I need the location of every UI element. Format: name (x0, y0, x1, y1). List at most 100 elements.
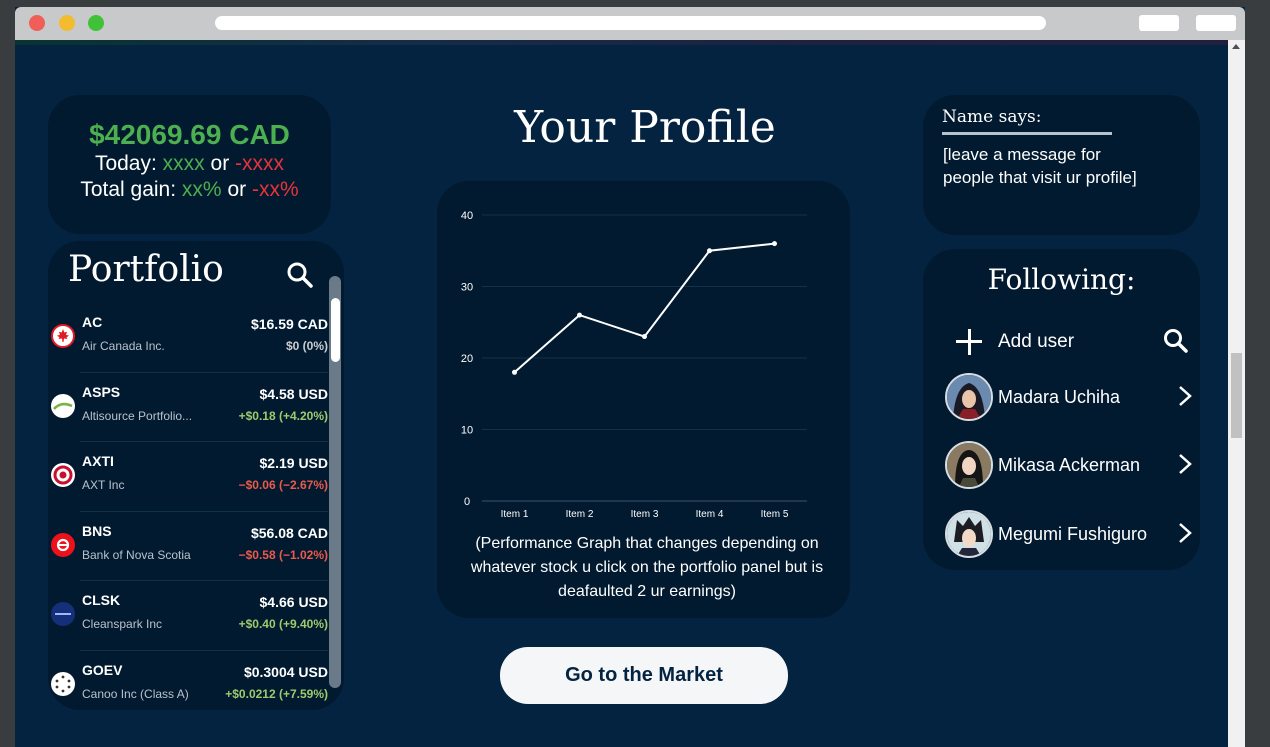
stock-name: Cleanspark Inc (82, 617, 163, 631)
message-panel: Name says: [leave a message for people t… (923, 95, 1200, 235)
or-label: or (227, 178, 247, 201)
x-tick-label: Item 5 (761, 509, 789, 520)
balance-amount: $42069.69 CAD (89, 119, 290, 150)
chevron-right-icon[interactable] (1177, 522, 1193, 544)
series-line (513, 242, 775, 374)
page-scroll-thumb[interactable] (1231, 353, 1242, 438)
page-scrollbar[interactable] (1228, 40, 1245, 747)
stock-row[interactable]: BNS Bank of Nova Scotia $56.08 CAD −$0.5… (48, 512, 328, 582)
total-gain: Total gain: xx% or -xx% (48, 177, 331, 203)
top-strip (15, 40, 1228, 45)
stock-row[interactable]: AC Air Canada Inc. $16.59 CAD $0 (0%) (48, 303, 328, 373)
y-tick-label: 20 (461, 353, 473, 365)
performance-graph-panel: 0 10 20 30 40 Item 1 Item 2 Item 3 Item 4 Item 5 … (437, 181, 850, 618)
data-point (577, 312, 582, 318)
followed-user-row[interactable]: Madara Uchiha (945, 373, 1195, 423)
y-tick-label: 0 (464, 496, 470, 508)
stock-price: $56.08 CAD (250, 524, 328, 541)
total-label: Total gain: (80, 178, 177, 201)
cleanspark-icon (51, 602, 75, 626)
maximize-window-button[interactable] (88, 15, 104, 31)
stock-change: −$0.06 (−2.67%) (238, 478, 328, 492)
add-user-label: Add user (998, 331, 1075, 352)
today-change: Today: xxxx or -xxxx (48, 151, 331, 177)
close-window-button[interactable] (29, 15, 45, 31)
stock-row[interactable]: GOEV Canoo Inc (Class A) $0.3004 USD +$0… (48, 651, 328, 711)
chevron-right-icon[interactable] (1177, 453, 1193, 475)
portfolio-scrollbar[interactable] (329, 276, 341, 688)
stock-ticker: BNS (82, 522, 112, 539)
data-point (642, 334, 647, 340)
stock-row[interactable]: ASPS Altisource Portfolio... $4.58 USD +… (48, 373, 328, 443)
chevron-right-icon[interactable] (1177, 385, 1193, 407)
stock-price: $2.19 USD (259, 455, 328, 471)
user-name: Megumi Fushiguro (998, 524, 1148, 544)
followed-user-row[interactable]: Mikasa Ackerman (945, 441, 1195, 491)
avatar (945, 441, 993, 489)
avatar (945, 373, 993, 421)
stock-name: Altisource Portfolio... (82, 408, 193, 423)
portfolio-list: AC Air Canada Inc. $16.59 CAD $0 (0%) AS… (48, 303, 328, 710)
swoosh-icon (51, 393, 75, 418)
stock-ticker: AC (82, 314, 103, 330)
portfolio-title: Portfolio (68, 249, 224, 290)
stock-ticker: CLSK (82, 592, 121, 608)
y-tick-label: 40 (461, 210, 473, 222)
portfolio-scroll-thumb[interactable] (331, 298, 340, 362)
message-heading: Name says: (942, 107, 1042, 127)
avatar (945, 510, 993, 558)
stock-change: +$0.18 (+4.20%) (238, 408, 328, 423)
stock-ticker: GOEV (82, 661, 123, 678)
x-tick-label: Item 3 (631, 509, 659, 520)
followed-user-row[interactable]: Megumi Fushiguro (945, 510, 1195, 560)
stock-ticker: ASPS (82, 383, 121, 400)
add-user-button[interactable]: Add user (956, 329, 1074, 355)
today-gain: xxxx (162, 152, 205, 175)
minimize-window-button[interactable] (59, 15, 75, 31)
or-label: or (210, 152, 230, 175)
stock-price: $16.59 CAD (250, 316, 328, 332)
title-bar (15, 7, 1245, 40)
x-tick-label: Item 4 (696, 509, 724, 520)
stock-change: $0 (0%) (285, 339, 328, 353)
user-name: Mikasa Ackerman (998, 455, 1141, 475)
stock-ticker: AXTI (82, 453, 114, 469)
divider (942, 132, 1112, 135)
graph-caption: (Performance Graph that changes dependin… (470, 535, 824, 600)
dots-icon (51, 671, 75, 696)
maple-leaf-icon (51, 324, 75, 348)
toolbar-button[interactable] (1196, 15, 1236, 31)
stock-row[interactable]: AXTI AXT Inc $2.19 USD −$0.06 (−2.67%) (48, 442, 328, 512)
stock-change: −$0.58 (−1.02%) (238, 547, 328, 562)
toolbar-button[interactable] (1139, 15, 1179, 31)
performance-chart[interactable]: 0 10 20 30 40 Item 1 Item 2 Item 3 Item 4 Item 5 (437, 181, 850, 521)
stock-name: Canoo Inc (Class A) (82, 686, 189, 701)
today-label: Today: (94, 152, 157, 175)
ring-icon (51, 463, 75, 487)
y-tick-label: 30 (461, 282, 473, 294)
scotia-s-icon (51, 532, 75, 557)
plus-icon (956, 329, 982, 355)
today-loss: -xxxx (235, 152, 285, 175)
portfolio-panel: Portfolio AC Air Canada Inc. $16.59 CAD … (48, 241, 344, 710)
data-point (707, 248, 712, 254)
stock-change: +$0.40 (+9.40%) (238, 617, 328, 631)
data-point (512, 369, 517, 375)
search-icon[interactable] (286, 261, 314, 289)
x-tick-label: Item 2 (566, 509, 594, 520)
following-panel: Following: Add user Madara Uchiha Mikasa… (923, 249, 1200, 570)
stock-price: $0.3004 USD (243, 663, 328, 680)
following-title: Following: (987, 263, 1136, 296)
user-name: Madara Uchiha (998, 387, 1121, 407)
total-loss-value: -xx% (251, 178, 299, 201)
stock-name: Air Canada Inc. (82, 339, 165, 353)
x-tick-label: Item 1 (501, 509, 529, 520)
go-to-market-button[interactable]: Go to the Market (500, 647, 788, 704)
stock-row[interactable]: CLSK Cleanspark Inc $4.66 USD +$0.40 (+9… (48, 581, 328, 651)
total-gain-value: xx% (181, 178, 222, 201)
browser-window: $42069.69 CAD Today: xxxx or -xxxx Total… (15, 7, 1245, 747)
search-icon[interactable] (1163, 328, 1189, 354)
scroll-up-arrow-icon[interactable] (1232, 44, 1240, 49)
address-bar[interactable] (215, 16, 1046, 30)
balance-panel: $42069.69 CAD Today: xxxx or -xxxx Total… (48, 95, 331, 234)
